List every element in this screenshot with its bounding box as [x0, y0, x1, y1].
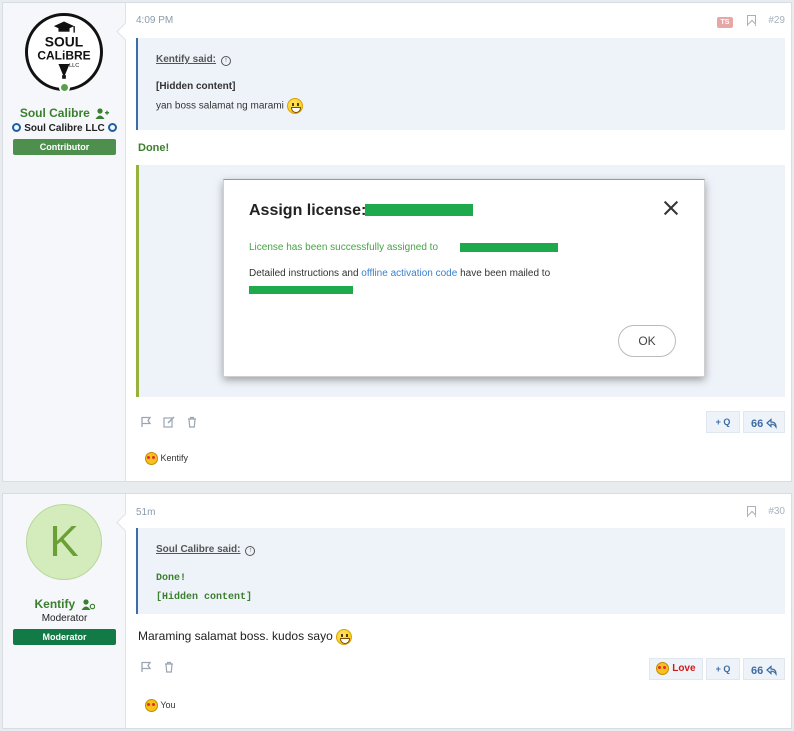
quote-block: Soul Calibre said: ↑ Done! [Hidden conten… [136, 528, 785, 614]
soul-calibre-logo-icon: SOUL CALiBRE LLC [37, 21, 91, 79]
edit-icon[interactable] [163, 416, 175, 428]
flag-icon[interactable] [140, 416, 152, 428]
user-title: Moderator [41, 613, 88, 624]
user-title: Soul Calibre LLC [3, 123, 126, 134]
hidden-content: [Hidden content] [156, 592, 253, 603]
ring-icon [12, 123, 22, 132]
svg-text:SOUL: SOUL [45, 33, 84, 49]
dialog-title: Assign license: [249, 202, 367, 219]
quote-reply-icon: 66 [751, 418, 777, 430]
post-number[interactable]: #30 [768, 506, 785, 517]
reaction-summary[interactable]: You [145, 699, 176, 712]
arrow-up-icon[interactable]: ↑ [245, 546, 256, 556]
redaction-bar [460, 243, 558, 252]
post-30: K Kentify Moderator Moderator 51m #30 So… [2, 493, 792, 729]
license-dialog: Assign license: License has been success… [223, 179, 705, 377]
activation-code-link[interactable]: offline activation code [361, 268, 457, 279]
username[interactable]: Kentify [3, 597, 126, 611]
quote-block: Kentify said: ↑ [Hidden content] yan boss… [136, 38, 785, 130]
close-icon[interactable] [663, 200, 679, 216]
flag-icon[interactable] [140, 661, 152, 673]
quote-reply-button[interactable]: 66 [743, 411, 785, 433]
svg-text:LLC: LLC [69, 63, 79, 69]
user-banner: Contributor [13, 139, 116, 155]
svg-text:66: 66 [751, 418, 763, 429]
arrow-up-icon[interactable]: ↑ [221, 56, 232, 66]
grin-emoji-icon [336, 629, 353, 645]
love-react-icon [145, 699, 158, 712]
user-sidebar: SOUL CALiBRE LLC Soul Calibre Soul Calib… [3, 3, 126, 481]
ring-icon [107, 123, 117, 132]
multi-quote-button[interactable]: + Q [706, 658, 740, 680]
quote-author[interactable]: Soul Calibre said: ↑ [156, 544, 256, 556]
avatar[interactable]: SOUL CALiBRE LLC [25, 13, 103, 91]
hidden-content: [Hidden content] [156, 81, 236, 92]
post-body: Maraming salamat boss. kudos sayo [138, 629, 353, 645]
quote-text: Done! [156, 573, 187, 584]
ok-button[interactable]: OK [618, 325, 676, 357]
post-body: Done! [138, 142, 170, 154]
success-message: License has been successfully assigned t… [249, 242, 439, 253]
bookmark-icon[interactable] [747, 506, 756, 517]
add-user-icon[interactable] [95, 108, 110, 120]
user-sidebar: K Kentify Moderator Moderator [3, 494, 126, 728]
love-react-icon [145, 452, 158, 465]
quote-reply-button[interactable]: 66 [743, 658, 785, 680]
avatar[interactable]: K [26, 504, 102, 580]
quote-reply-icon: 66 [751, 665, 777, 677]
post-time[interactable]: 51m [136, 507, 155, 518]
delete-icon[interactable] [163, 661, 175, 673]
post-number[interactable]: #29 [768, 15, 785, 26]
bookmark-icon[interactable] [747, 15, 756, 26]
user-banner: Moderator [13, 629, 116, 645]
svg-text:CALiBRE: CALiBRE [37, 48, 90, 62]
redaction-bar [365, 204, 473, 216]
quote-author[interactable]: Kentify said: ↑ [156, 54, 232, 66]
online-status-icon [59, 82, 70, 93]
multi-quote-button[interactable]: + Q [706, 411, 740, 433]
delete-icon[interactable] [186, 416, 198, 428]
detail-message: Detailed instructions and offline activa… [249, 268, 551, 279]
redaction-bar [249, 286, 353, 294]
post-29: SOUL CALiBRE LLC Soul Calibre Soul Calib… [2, 2, 792, 482]
reaction-summary[interactable]: Kentify [145, 452, 188, 465]
quote-text: yan boss salamat ng marami [156, 98, 303, 114]
thread-starter-badge: TS [717, 17, 733, 28]
user-check-icon[interactable] [81, 599, 95, 611]
grin-emoji-icon [286, 98, 303, 114]
attachment-screenshot: Assign license: License has been success… [136, 165, 785, 397]
love-button[interactable]: Love [649, 658, 703, 680]
username[interactable]: Soul Calibre [3, 106, 126, 120]
svg-text:66: 66 [751, 665, 763, 676]
love-react-icon [656, 661, 670, 675]
post-time[interactable]: 4:09 PM [136, 15, 173, 26]
